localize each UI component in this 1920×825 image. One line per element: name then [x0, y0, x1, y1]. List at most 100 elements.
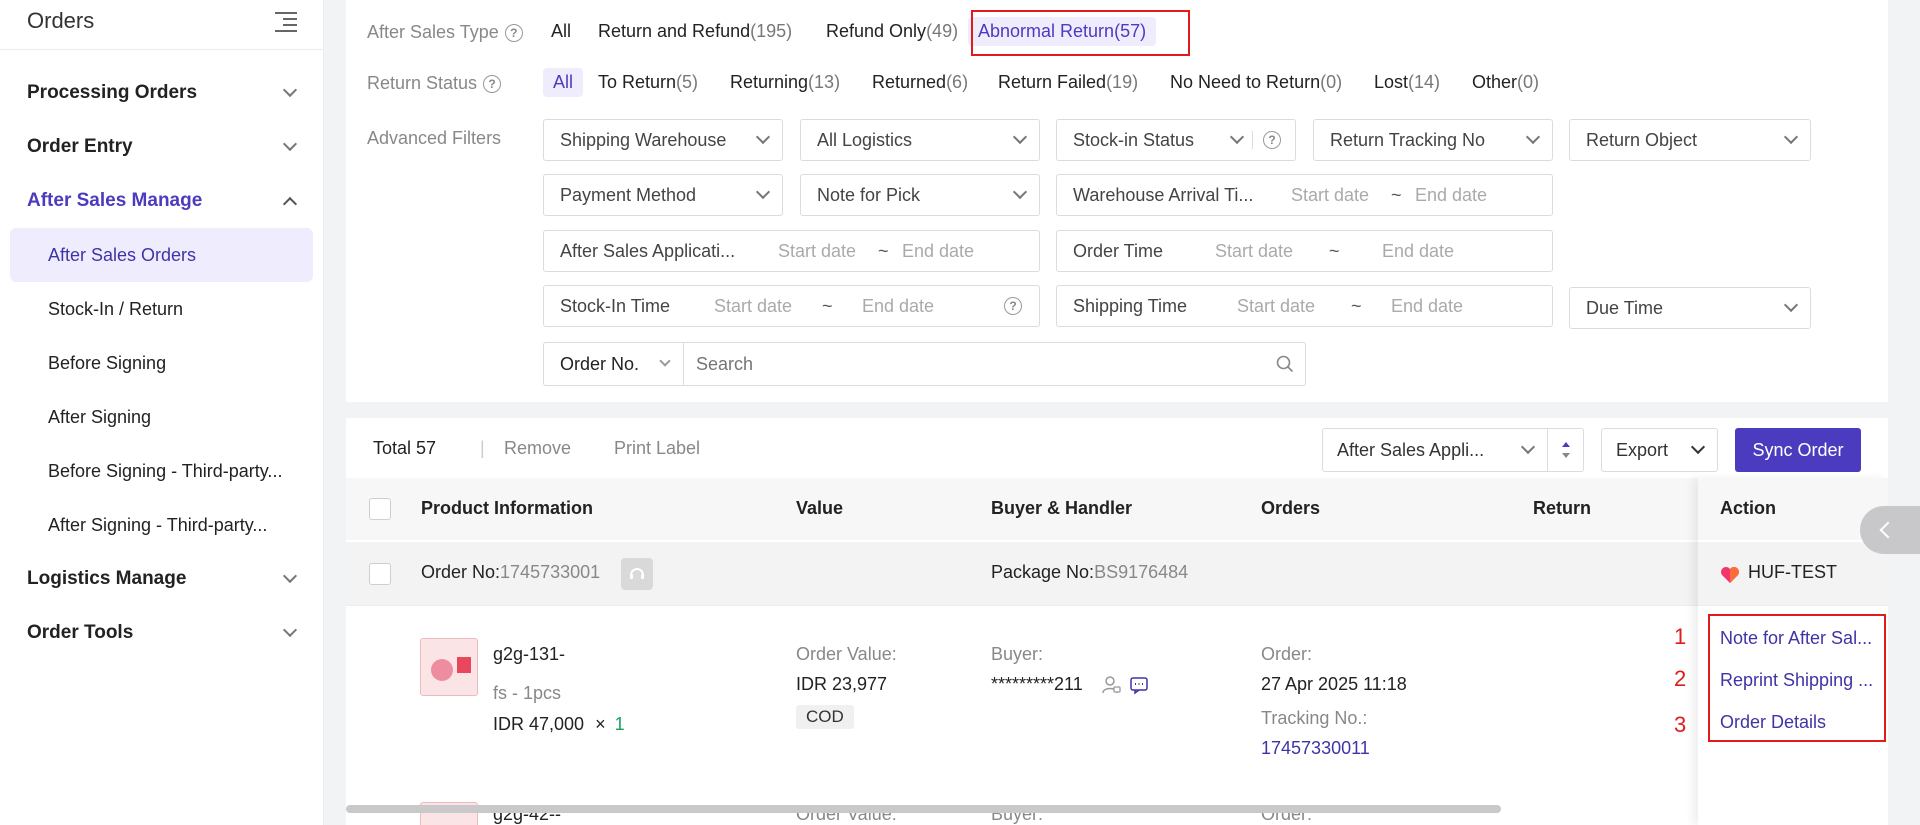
header-return: Return: [1533, 498, 1591, 518]
product-thumbnail[interactable]: [420, 638, 478, 696]
buyer-name: *********211: [991, 674, 1083, 694]
sort-field-select[interactable]: After Sales Appli...: [1322, 428, 1548, 472]
help-icon[interactable]: ?: [504, 23, 523, 42]
order-time-date-range[interactable]: Order Time Start date ~ End date: [1056, 230, 1553, 272]
collapse-menu-icon[interactable]: [275, 12, 297, 32]
sidebar-group-after-sales-manage[interactable]: After Sales Manage: [0, 174, 323, 228]
times-sign: ×: [595, 714, 606, 734]
shipping-warehouse-select[interactable]: Shipping Warehouse: [543, 119, 783, 161]
chevron-down-icon: [282, 568, 298, 584]
total-count: Total 57: [373, 438, 437, 458]
range-separator: ~: [1391, 184, 1402, 205]
note-for-pick-select[interactable]: Note for Pick: [800, 174, 1040, 216]
status-option-returning[interactable]: Returning(13): [730, 72, 840, 93]
option-count: (0): [1517, 72, 1540, 92]
help-icon[interactable]: ?: [1263, 131, 1281, 149]
payment-method-select[interactable]: Payment Method: [543, 174, 783, 216]
sidebar-header: Orders: [0, 0, 323, 50]
type-option-all[interactable]: All: [551, 21, 571, 42]
chevron-down-icon: [1525, 129, 1541, 145]
help-icon[interactable]: ?: [1004, 297, 1022, 315]
sidebar-group-order-entry[interactable]: Order Entry: [0, 120, 323, 174]
chevron-down-icon: [1229, 129, 1245, 145]
option-count: (5): [676, 72, 699, 92]
sidebar-item-before-signing-third-party[interactable]: Before Signing - Third-party...: [0, 444, 323, 498]
export-button[interactable]: Export: [1601, 428, 1718, 472]
package-no: Package No:BS9176484: [991, 562, 1188, 583]
chevron-down-icon: [1012, 129, 1028, 145]
sidebar-group-processing-orders[interactable]: Processing Orders: [0, 66, 323, 120]
sync-order-button[interactable]: Sync Order: [1735, 428, 1861, 472]
return-object-select[interactable]: Return Object: [1569, 119, 1811, 161]
select-text: After Sales Appli...: [1337, 439, 1485, 460]
sidebar-group-logistics-manage[interactable]: Logistics Manage: [0, 552, 323, 606]
option-label: Returned: [872, 72, 947, 92]
warehouse-arrival-date-range[interactable]: Warehouse Arrival Ti... Start date ~ End…: [1056, 174, 1553, 216]
stockin-time-date-range[interactable]: Stock-In Time Start date ~ End date ?: [543, 285, 1040, 327]
side-panel-toggle[interactable]: [1860, 506, 1920, 554]
package-no-value: BS9176484: [1094, 562, 1189, 582]
range-separator: ~: [878, 240, 889, 261]
highlight-box: [971, 10, 1190, 56]
select-all-checkbox[interactable]: [369, 498, 391, 520]
sidebar-item-after-signing-third-party[interactable]: After Signing - Third-party...: [0, 498, 323, 552]
sidebar-item-before-signing[interactable]: Before Signing: [0, 336, 323, 390]
stockin-status-select[interactable]: Stock-in Status?: [1056, 119, 1296, 161]
end-date-placeholder: End date: [902, 240, 975, 261]
scrollbar-thumb[interactable]: [346, 805, 1501, 813]
header-action: Action: [1720, 498, 1776, 518]
type-option-refund-only[interactable]: Refund Only(49): [826, 21, 958, 42]
search-icon[interactable]: [1265, 355, 1305, 373]
due-time-select[interactable]: Due Time: [1569, 287, 1811, 329]
status-option-all[interactable]: All: [543, 68, 584, 97]
order-no-label: Order No:: [421, 562, 501, 582]
user-lock-icon[interactable]: [1102, 675, 1122, 700]
status-option-return-failed[interactable]: Return Failed(19): [998, 72, 1138, 93]
horizontal-scrollbar[interactable]: [346, 803, 1888, 815]
annotation-number: 3: [1674, 712, 1687, 737]
start-date-placeholder: Start date: [1291, 184, 1370, 205]
end-date-placeholder: End date: [862, 295, 935, 316]
remove-button[interactable]: Remove: [504, 438, 571, 459]
after-sales-application-date-range[interactable]: After Sales Applicati... Start date ~ En…: [543, 230, 1040, 272]
sidebar-item-after-sales-orders[interactable]: After Sales Orders: [10, 228, 313, 282]
row-checkbox[interactable]: [369, 563, 391, 585]
sidebar-item-after-signing[interactable]: After Signing: [0, 390, 323, 444]
status-option-other[interactable]: Other(0): [1472, 72, 1539, 93]
order-no-select[interactable]: Order No.: [544, 343, 684, 385]
sidebar-group-order-tools[interactable]: Order Tools: [0, 606, 323, 660]
sort-order-toggle[interactable]: [1547, 428, 1584, 472]
type-option-return-and-refund[interactable]: Return and Refund(195): [598, 21, 792, 42]
status-option-returned[interactable]: Returned(6): [872, 72, 968, 93]
status-option-to-return[interactable]: To Return(5): [598, 72, 698, 93]
button-label: Export: [1616, 439, 1669, 460]
help-icon[interactable]: ?: [483, 74, 502, 93]
logistics-select[interactable]: All Logistics: [800, 119, 1040, 161]
search-input[interactable]: [684, 343, 1265, 385]
sidebar-group-label: After Sales Manage: [27, 190, 203, 211]
option-label: No Need to Return: [1170, 72, 1321, 92]
chevron-down-icon: [659, 355, 671, 367]
option-count: (19): [1106, 72, 1139, 92]
sidebar-title: Orders: [27, 8, 95, 33]
return-tracking-select[interactable]: Return Tracking No: [1313, 119, 1553, 161]
option-count: (195): [750, 21, 793, 41]
status-option-no-need-to-return[interactable]: No Need to Return(0): [1170, 72, 1342, 93]
customer-service-icon[interactable]: [621, 558, 653, 590]
status-option-lost[interactable]: Lost(14): [1374, 72, 1440, 93]
sidebar-item-stock-in-return[interactable]: Stock-In / Return: [0, 282, 323, 336]
range-separator: ~: [1329, 240, 1340, 261]
tracking-number-link[interactable]: 17457330011: [1261, 738, 1370, 759]
product-name[interactable]: g2g-131-: [493, 644, 565, 665]
order-date: 27 Apr 2025 11:18: [1261, 674, 1407, 694]
chevron-down-icon: [755, 184, 771, 200]
chat-icon[interactable]: [1129, 675, 1149, 700]
shipping-time-date-range[interactable]: Shipping Time Start date ~ End date: [1056, 285, 1553, 327]
option-label: Returning: [730, 72, 809, 92]
after-sales-type-text: After Sales Type: [367, 22, 499, 42]
payment-badge: COD: [796, 705, 854, 729]
option-count: (6): [946, 72, 969, 92]
select-text: Payment Method: [560, 184, 697, 205]
start-date-placeholder: Start date: [714, 295, 793, 316]
print-label-button[interactable]: Print Label: [614, 438, 700, 459]
